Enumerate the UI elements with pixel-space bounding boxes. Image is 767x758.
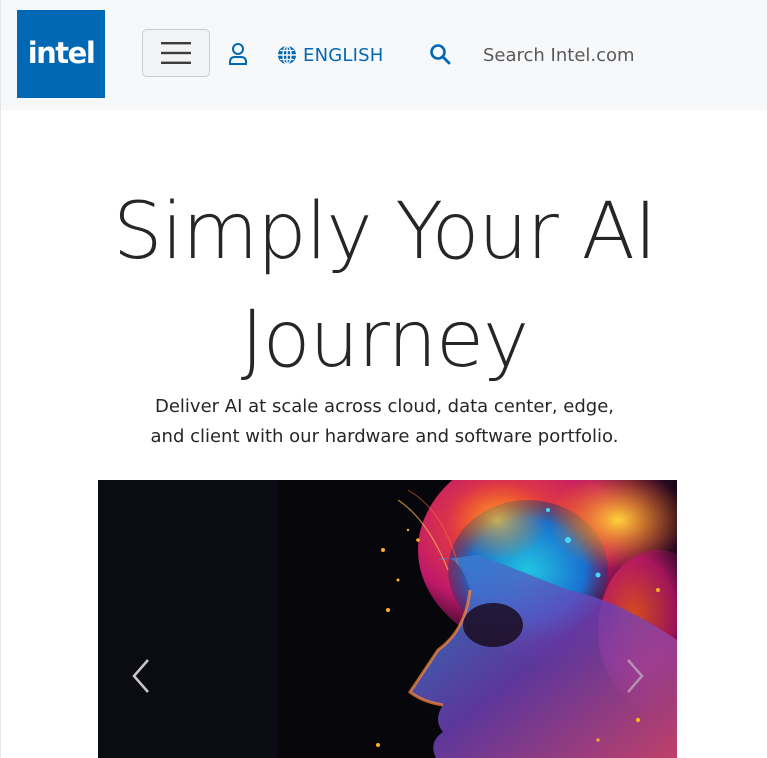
site-header: intel ENGLISH (1, 0, 767, 110)
ai-face-artwork-image (98, 480, 677, 758)
intel-logo[interactable]: intel (17, 10, 105, 98)
language-label: ENGLISH (303, 44, 384, 66)
logo-text: intel (27, 36, 96, 70)
menu-button[interactable] (142, 29, 210, 77)
hero-carousel[interactable] (98, 480, 677, 758)
user-icon[interactable] (228, 42, 248, 66)
search-input[interactable] (477, 38, 757, 72)
globe-icon (278, 45, 296, 65)
hamburger-menu-icon (161, 42, 191, 64)
language-selector[interactable]: ENGLISH (277, 43, 383, 67)
carousel-next-chevron-right-icon[interactable] (622, 656, 648, 696)
hero-title: Simply Your AI Journey (113, 187, 657, 385)
hero-subtitle: Deliver AI at scale across cloud, data c… (150, 396, 619, 447)
search-icon[interactable] (429, 43, 451, 65)
carousel-prev-chevron-left-icon[interactable] (128, 656, 154, 696)
